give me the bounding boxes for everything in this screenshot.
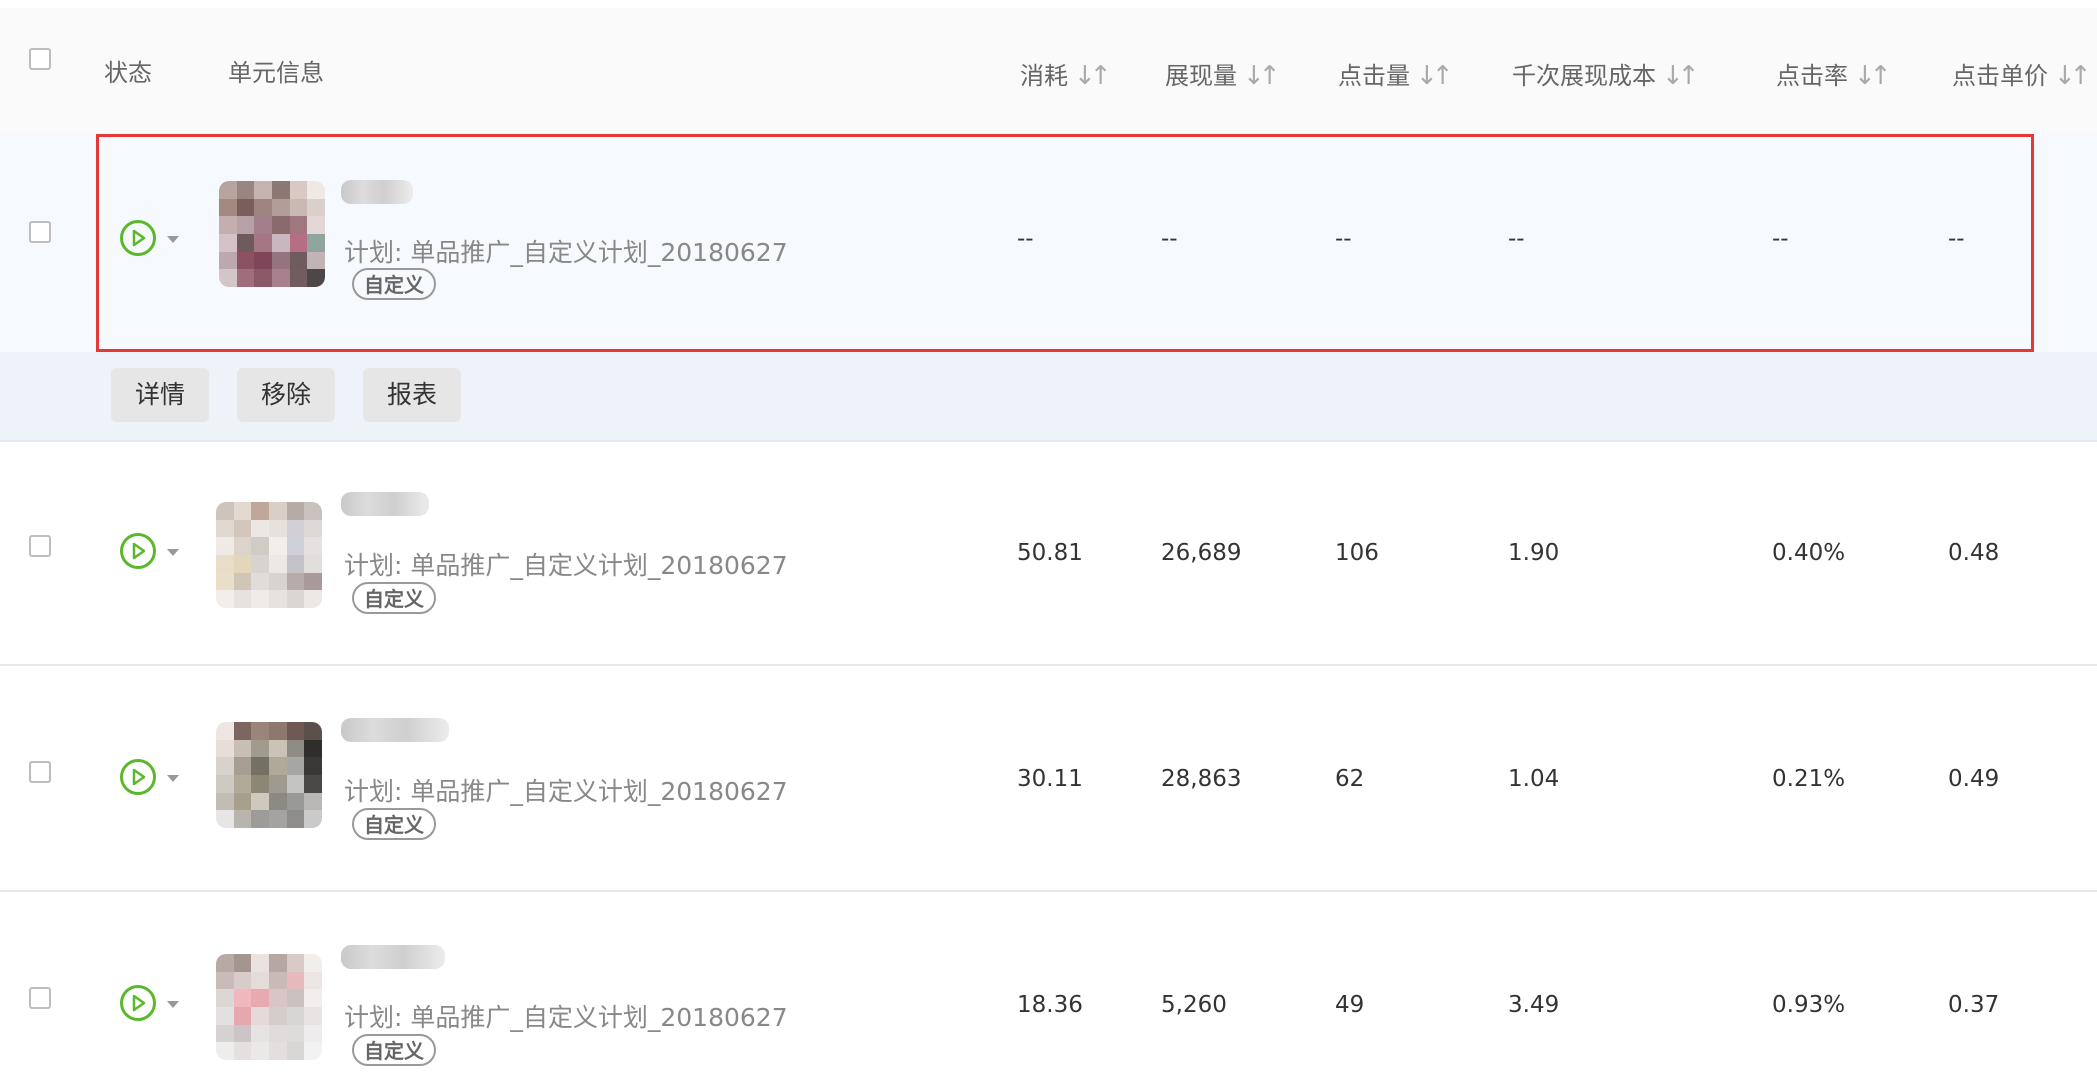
column-cpc[interactable]: 点击单价 ↓↑	[1952, 56, 2091, 91]
chevron-down-icon[interactable]	[167, 236, 179, 243]
table-header: 状态 单元信息 消耗 ↓↑ 展现量 ↓↑ 点击量 ↓↑ 千次展现成本 ↓↑ 点击率 ↓↑ …	[0, 8, 2097, 132]
custom-tag: 自定义	[352, 808, 436, 840]
plan-name[interactable]: 计划: 单品推广_自定义计划_20180627	[344, 233, 788, 269]
column-cost[interactable]: 消耗 ↓↑	[1020, 56, 1111, 91]
unit-title-blurred[interactable]	[341, 945, 445, 969]
row-divider	[0, 890, 2097, 892]
custom-tag: 自定义	[352, 582, 436, 614]
custom-tag: 自定义	[352, 268, 436, 300]
cell-cpm: --	[1508, 226, 1525, 252]
cell-ctr: 0.21%	[1772, 766, 1846, 792]
cell-ctr: 0.93%	[1772, 992, 1846, 1018]
cell-cpc: 0.37	[1948, 992, 2000, 1018]
cell-clicks: --	[1335, 226, 1352, 252]
report-button[interactable]: 报表	[363, 368, 462, 422]
play-circle-icon[interactable]	[120, 985, 156, 1021]
plan-name[interactable]: 计划: 单品推广_自定义计划_20180627	[344, 998, 788, 1034]
sort-icon[interactable]: ↓↑	[1854, 61, 1891, 91]
product-thumbnail	[216, 954, 322, 1060]
row-checkbox[interactable]	[29, 987, 51, 1009]
column-unit-info: 单元信息	[228, 59, 324, 87]
product-thumbnail	[216, 502, 322, 608]
cell-clicks: 62	[1335, 766, 1365, 792]
row-divider	[0, 664, 2097, 666]
unit-title-blurred[interactable]	[341, 492, 429, 516]
cell-cpm: 1.04	[1508, 766, 1560, 792]
plan-name[interactable]: 计划: 单品推广_自定义计划_20180627	[344, 546, 788, 582]
cell-ctr: 0.40%	[1772, 540, 1846, 566]
play-circle-icon[interactable]	[120, 759, 156, 795]
cell-cost: 30.11	[1017, 766, 1083, 792]
cell-clicks: 49	[1335, 992, 1365, 1018]
row-checkbox[interactable]	[29, 761, 51, 783]
row-checkbox[interactable]	[29, 221, 51, 243]
cell-cost: --	[1017, 226, 1034, 252]
chevron-down-icon[interactable]	[167, 775, 179, 782]
cell-impressions: 28,863	[1161, 766, 1242, 792]
details-button[interactable]: 详情	[111, 368, 210, 422]
plan-name[interactable]: 计划: 单品推广_自定义计划_20180627	[344, 772, 788, 808]
sort-icon[interactable]: ↓↑	[2054, 61, 2091, 91]
cell-cpm: 3.49	[1508, 992, 1560, 1018]
sort-icon[interactable]: ↓↑	[1074, 61, 1111, 91]
column-impressions[interactable]: 展现量 ↓↑	[1165, 56, 1280, 91]
product-thumbnail	[219, 181, 325, 287]
remove-button[interactable]: 移除	[237, 368, 336, 422]
play-circle-icon[interactable]	[120, 220, 156, 256]
select-all-checkbox[interactable]	[29, 48, 51, 70]
column-cpm[interactable]: 千次展现成本 ↓↑	[1512, 56, 1699, 91]
sort-icon[interactable]: ↓↑	[1243, 61, 1280, 91]
unit-title-blurred[interactable]	[341, 180, 413, 204]
cell-impressions: 26,689	[1161, 540, 1242, 566]
sort-icon[interactable]: ↓↑	[1416, 61, 1453, 91]
cell-cpc: 0.48	[1948, 540, 2000, 566]
chevron-down-icon[interactable]	[167, 1001, 179, 1008]
unit-title-blurred[interactable]	[341, 718, 449, 742]
cell-cost: 50.81	[1017, 540, 1083, 566]
chevron-down-icon[interactable]	[167, 549, 179, 556]
custom-tag: 自定义	[352, 1034, 436, 1066]
cell-ctr: --	[1772, 226, 1789, 252]
column-clicks[interactable]: 点击量 ↓↑	[1338, 56, 1453, 91]
cell-impressions: --	[1161, 226, 1178, 252]
product-thumbnail	[216, 722, 322, 828]
play-circle-icon[interactable]	[120, 533, 156, 569]
cell-impressions: 5,260	[1161, 992, 1227, 1018]
column-status: 状态	[104, 59, 152, 87]
cell-clicks: 106	[1335, 540, 1379, 566]
column-ctr[interactable]: 点击率 ↓↑	[1776, 56, 1891, 91]
cell-cpc: 0.49	[1948, 766, 2000, 792]
cell-cpm: 1.90	[1508, 540, 1560, 566]
cell-cpc: --	[1948, 226, 1965, 252]
row-checkbox[interactable]	[29, 535, 51, 557]
sort-icon[interactable]: ↓↑	[1662, 61, 1699, 91]
cell-cost: 18.36	[1017, 992, 1083, 1018]
